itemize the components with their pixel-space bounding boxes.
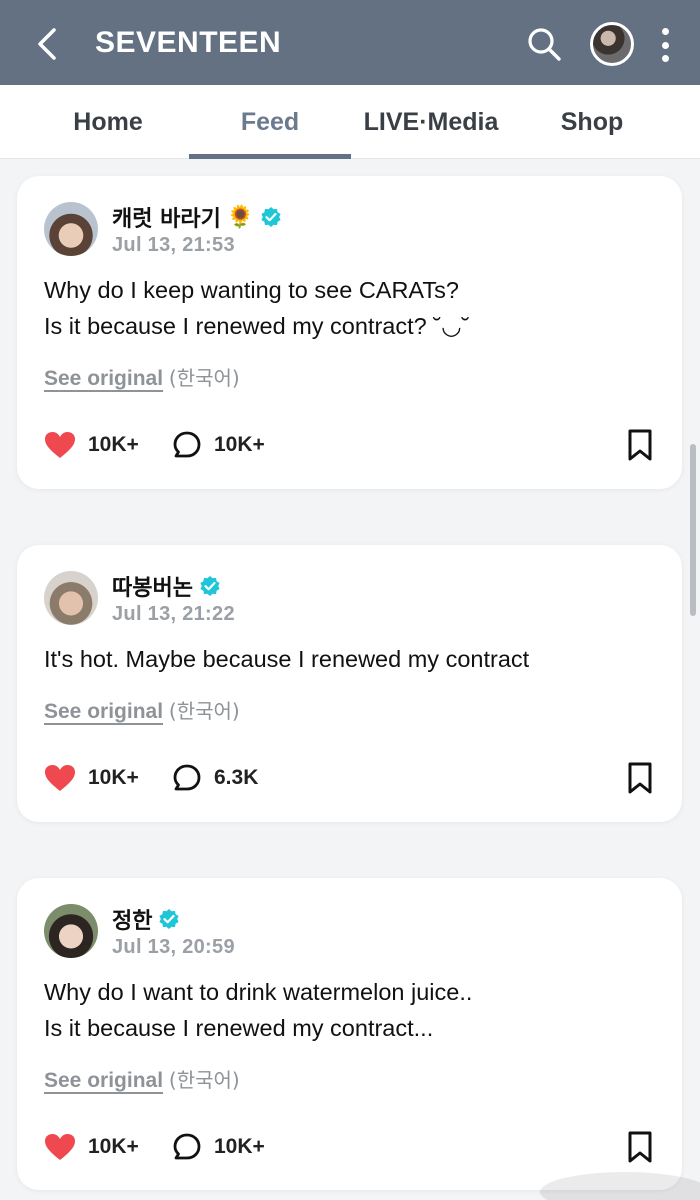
more-dot: [661, 41, 669, 49]
like-button[interactable]: 10K+: [44, 428, 139, 462]
heart-icon: [45, 432, 75, 458]
see-original-link[interactable]: See original: [44, 367, 163, 390]
active-tab-indicator: [189, 154, 351, 159]
avatar[interactable]: [44, 904, 98, 958]
avatar[interactable]: [44, 202, 98, 256]
author-row: 캐럿 바라기 🌻: [112, 202, 282, 232]
post-timestamp: Jul 13, 21:53: [112, 234, 235, 256]
comment-button[interactable]: 6.3K: [172, 761, 258, 795]
post-timestamp: Jul 13, 21:22: [112, 603, 235, 625]
app-title: SEVENTEEN: [95, 26, 282, 59]
post-body: It's hot. Maybe because I renewed my con…: [44, 641, 664, 677]
heart-icon: [45, 1134, 75, 1160]
like-count: 10K+: [88, 766, 139, 789]
see-original-link[interactable]: See original: [44, 700, 163, 723]
more-dot: [661, 55, 669, 62]
search-button[interactable]: [526, 26, 562, 62]
post-actions: 10K+ 10K+: [44, 428, 656, 462]
see-original-row: See original (한국어): [44, 695, 240, 724]
language-note: (한국어): [168, 1068, 240, 1092]
see-original-row: See original (한국어): [44, 1064, 240, 1093]
author-row: 따봉버논: [112, 571, 221, 601]
author-name[interactable]: 따봉버논: [112, 570, 193, 602]
verified-badge-icon: [261, 207, 281, 227]
back-button[interactable]: [32, 26, 62, 62]
post-line: It's hot. Maybe because I renewed my con…: [44, 646, 530, 672]
post-line: Is it because I renewed my contract? ˘◡˘: [44, 313, 470, 339]
tab-shop[interactable]: Shop: [511, 85, 673, 159]
author-name[interactable]: 캐럿 바라기: [112, 201, 221, 233]
comment-count: 10K+: [214, 1135, 265, 1158]
post-line: Is it because I renewed my contract...: [44, 1015, 434, 1041]
comment-bubble-icon: [173, 764, 201, 791]
post-body: Why do I want to drink watermelon juice.…: [44, 974, 664, 1046]
tab-bar: Home Feed LIVE·Media Shop: [0, 85, 700, 159]
like-count: 10K+: [88, 1135, 139, 1158]
comment-bubble-icon: [173, 431, 201, 458]
tab-feed[interactable]: Feed: [189, 85, 351, 159]
author-name[interactable]: 정한: [112, 903, 152, 935]
verified-badge-icon: [159, 909, 180, 929]
like-button[interactable]: 10K+: [44, 1130, 139, 1164]
profile-avatar-button[interactable]: [590, 22, 634, 66]
post-body: Why do I keep wanting to see CARATs? Is …: [44, 272, 664, 344]
tab-live-media[interactable]: LIVE·Media: [350, 85, 512, 159]
comment-count: 10K+: [214, 433, 265, 456]
verified-badge-icon: [200, 576, 220, 596]
post-actions: 10K+ 6.3K: [44, 761, 656, 795]
post-line: Why do I keep wanting to see CARATs?: [44, 277, 459, 303]
post-timestamp: Jul 13, 20:59: [112, 936, 235, 958]
comment-bubble-icon: [173, 1133, 201, 1160]
feed-post-card[interactable]: 정한 Jul 13, 20:59 Why do I want to drink …: [17, 878, 682, 1190]
chevron-left-icon: [38, 28, 56, 60]
bookmark-icon[interactable]: [624, 1130, 656, 1164]
feed-post-card[interactable]: 캐럿 바라기 🌻 Jul 13, 21:53 Why do I keep wan…: [17, 176, 682, 489]
comment-count: 6.3K: [214, 766, 259, 789]
language-note: (한국어): [168, 699, 240, 723]
top-bar: SEVENTEEN: [0, 0, 700, 85]
comment-button[interactable]: 10K+: [172, 1130, 265, 1164]
post-line: Why do I want to drink watermelon juice.…: [44, 979, 473, 1005]
sunflower-emoji: 🌻: [226, 204, 255, 229]
bookmark-icon[interactable]: [624, 761, 656, 795]
scrollbar[interactable]: [690, 444, 696, 616]
post-actions: 10K+ 10K+: [44, 1130, 656, 1164]
bookmark-icon[interactable]: [624, 428, 656, 462]
comment-button[interactable]: 10K+: [172, 428, 265, 462]
more-vertical-icon: [661, 28, 669, 35]
more-menu-button[interactable]: [655, 28, 675, 62]
feed-post-card[interactable]: 따봉버논 Jul 13, 21:22 It's hot. Maybe becau…: [17, 545, 682, 822]
heart-icon: [45, 765, 75, 791]
search-icon: [528, 28, 561, 61]
avatar[interactable]: [44, 571, 98, 625]
like-count: 10K+: [88, 433, 139, 456]
see-original-row: See original (한국어): [44, 362, 240, 391]
language-note: (한국어): [168, 366, 240, 390]
author-row: 정한: [112, 904, 180, 934]
like-button[interactable]: 10K+: [44, 761, 139, 795]
see-original-link[interactable]: See original: [44, 1069, 163, 1092]
tab-home[interactable]: Home: [27, 85, 189, 159]
